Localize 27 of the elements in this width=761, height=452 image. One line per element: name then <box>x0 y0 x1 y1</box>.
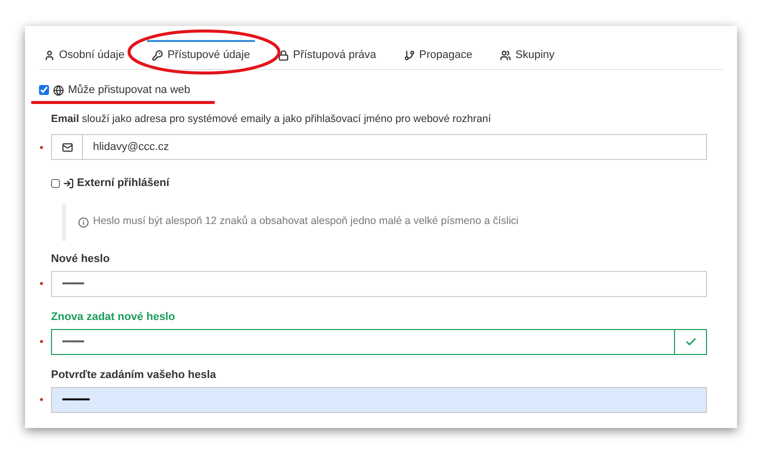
tab[interactable]: Skupiny <box>495 40 560 69</box>
password-field[interactable]: •••••••••••• <box>51 270 707 297</box>
email-hint: Email slouží jako adresa pro systémové emaily a jako přihlašovací jméno pro webové rozhraní <box>51 112 492 126</box>
lock-icon <box>278 50 289 61</box>
password-info: Heslo musí být alespoň 12 znaků a obsahovat alespoň jedno malé a velké písmeno a číslici <box>93 214 518 230</box>
users-icon <box>500 50 512 61</box>
external-login-checkbox[interactable] <box>51 179 60 188</box>
check-icon <box>684 336 696 348</box>
mail-icon <box>62 142 72 153</box>
login-icon <box>63 178 74 189</box>
field-label: Znova zadat nové heslo <box>51 310 176 323</box>
key-icon <box>152 50 164 61</box>
password-field[interactable]: ••••••••••••••• <box>51 386 707 413</box>
branch-icon <box>404 50 416 61</box>
globe-icon <box>53 84 64 96</box>
email-field[interactable]: hlidavy@ccc.cz <box>51 134 707 160</box>
field-label: Nové heslo <box>51 252 110 265</box>
external-login-label: Externí přihlášení <box>77 176 170 192</box>
web-access-label: Může přistupovat na web <box>68 83 190 98</box>
tab[interactable]: Osobní údaje <box>39 40 130 69</box>
password-field[interactable]: •••••••••••• <box>51 328 707 355</box>
user-icon <box>44 50 55 61</box>
field-label: Potvrďte zadáním vašeho hesla <box>51 368 216 381</box>
tab[interactable]: Propagace <box>399 40 478 69</box>
web-access-checkbox[interactable] <box>39 85 49 96</box>
info-icon <box>78 216 89 228</box>
tab[interactable]: Přístupová práva <box>273 40 382 69</box>
